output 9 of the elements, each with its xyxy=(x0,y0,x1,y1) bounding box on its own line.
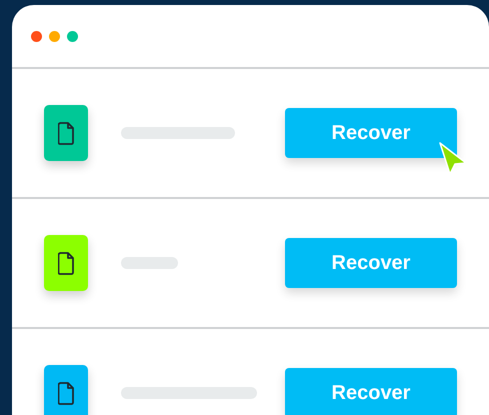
recover-button[interactable]: Recover xyxy=(285,368,457,415)
recover-button[interactable]: Recover xyxy=(285,108,457,158)
document-icon xyxy=(58,382,74,404)
recover-button[interactable]: Recover xyxy=(285,238,457,288)
window-control-dot[interactable] xyxy=(67,30,78,42)
document-icon xyxy=(58,252,74,274)
document-icon xyxy=(58,122,74,144)
window-control-dot[interactable] xyxy=(49,30,60,42)
window-control-dot[interactable] xyxy=(31,30,42,42)
